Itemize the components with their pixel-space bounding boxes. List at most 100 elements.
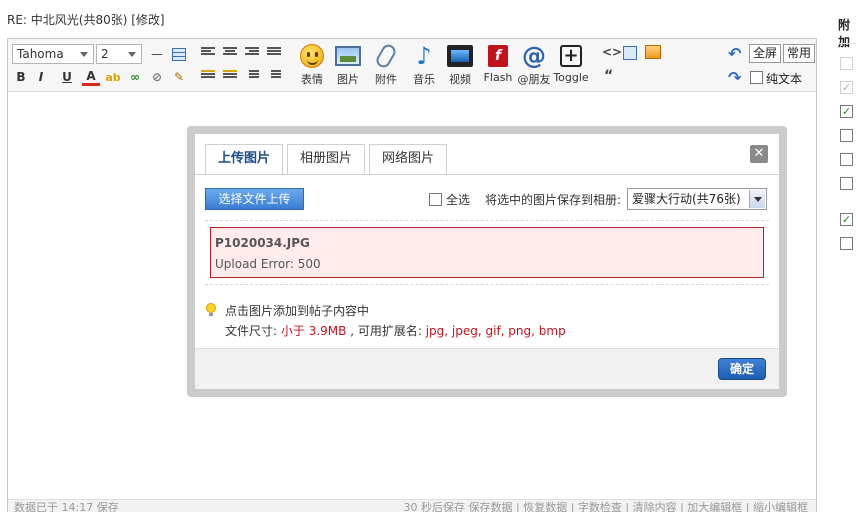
- common-button[interactable]: 常用: [783, 44, 816, 63]
- mention-label: @朋友: [517, 73, 551, 86]
- unlink-icon[interactable]: ⊘: [148, 68, 166, 86]
- tab-web-image[interactable]: 网络图片: [369, 144, 447, 174]
- align-center-icon[interactable]: [223, 47, 237, 59]
- chevron-down-icon: [749, 190, 765, 208]
- album-select-value: 爱骤大行动(共76张): [632, 192, 741, 206]
- select-file-upload-button[interactable]: 选择文件上传: [205, 188, 304, 210]
- flash-label: Flash: [483, 71, 513, 84]
- align-right-icon[interactable]: [245, 47, 259, 59]
- editor-toolbar: Tahoma 2 — B I U A ab ∞ ⊘ ✎ 表情 图片 附件 ♪ 音…: [8, 39, 816, 92]
- image-icon: [335, 46, 361, 66]
- paperclip-icon: [373, 42, 399, 70]
- size-hint-prefix: 文件尺寸:: [225, 324, 278, 338]
- sidebar-title: 附加: [838, 18, 851, 49]
- size-hint-limit: 小于 3.9MB: [280, 324, 347, 338]
- gallery-icon[interactable]: [645, 45, 661, 59]
- status-actions[interactable]: 30 秒后保存 保存数据 | 恢复数据 | 字数检查 | 清除内容 | 加大编辑…: [404, 500, 808, 512]
- sidebar-option-checkbox[interactable]: ✓: [840, 213, 853, 226]
- underline-button[interactable]: U: [58, 68, 76, 86]
- font-family-value: Tahoma: [17, 47, 64, 61]
- image-label: 图片: [337, 73, 359, 86]
- bold-button[interactable]: B: [12, 68, 30, 86]
- unordered-list-icon[interactable]: [267, 70, 281, 82]
- album-select[interactable]: 爱骤大行动(共76张): [627, 188, 767, 210]
- smile-icon: [300, 44, 324, 68]
- sidebar-option-checkbox[interactable]: [840, 177, 853, 190]
- flash-button[interactable]: f Flash: [478, 43, 518, 89]
- file-size-hint: 文件尺寸: 小于 3.9MB , 可用扩展名: jpg, jpeg, gif, …: [225, 322, 566, 339]
- ext-hint-list: jpg, jpeg, gif, png, bmp: [425, 324, 566, 338]
- plaintext-checkbox[interactable]: [750, 71, 763, 84]
- music-note-icon: ♪: [416, 42, 432, 70]
- align-justify-icon[interactable]: [267, 47, 281, 59]
- select-all-label: 全选: [446, 193, 471, 207]
- error-message: Upload Error: 500: [215, 257, 321, 271]
- float-right-icon[interactable]: [223, 70, 237, 82]
- click-hint: 点击图片添加到帖子内容中: [225, 304, 370, 318]
- toggle-button[interactable]: + Toggle: [551, 43, 591, 89]
- page-icon[interactable]: [623, 46, 637, 60]
- tabs-divider: [195, 174, 779, 175]
- quote-icon[interactable]: “: [604, 68, 613, 84]
- code-icon[interactable]: <>: [602, 45, 622, 59]
- sidebar-option-checkbox[interactable]: ✓: [840, 105, 853, 118]
- sidebar-option-checkbox[interactable]: [840, 129, 853, 142]
- music-label: 音乐: [413, 73, 435, 86]
- error-filename: P1020034.JPG: [215, 236, 310, 250]
- undo-icon[interactable]: ↶: [728, 44, 741, 63]
- ordered-list-icon[interactable]: [245, 70, 259, 82]
- video-label: 视频: [449, 73, 471, 86]
- divider: [205, 284, 769, 285]
- sidebar-option-checkbox: ✓: [840, 81, 853, 94]
- clear-format-icon[interactable]: ✎: [170, 68, 188, 86]
- image-button[interactable]: 图片: [328, 43, 368, 89]
- emoticon-button[interactable]: 表情: [292, 43, 332, 89]
- plaintext-label: 纯文本: [766, 72, 803, 86]
- tab-upload-image[interactable]: 上传图片: [205, 144, 283, 175]
- select-all-checkbox[interactable]: [429, 193, 442, 206]
- video-button[interactable]: 视频: [440, 43, 480, 89]
- font-size-select[interactable]: 2: [96, 44, 142, 64]
- italic-button[interactable]: I: [32, 68, 50, 86]
- font-family-select[interactable]: Tahoma: [12, 44, 94, 64]
- plus-box-icon: +: [560, 45, 582, 67]
- sidebar-option-checkbox: [840, 57, 853, 70]
- toggle-label: Toggle: [553, 71, 589, 84]
- upload-error-item: P1020034.JPG Upload Error: 500: [210, 227, 764, 278]
- post-title: RE: 中北风光(共80张) [修改]: [7, 13, 165, 27]
- horizontal-rule-icon[interactable]: —: [148, 45, 166, 63]
- float-left-icon[interactable]: [201, 70, 215, 82]
- confirm-button[interactable]: 确定: [718, 358, 766, 380]
- divider: [205, 220, 769, 221]
- link-icon[interactable]: ∞: [126, 68, 144, 86]
- image-upload-dialog-frame: 上传图片 相册图片 网络图片 ✕ 选择文件上传 全选 将选中的图片保存到相册: …: [187, 126, 787, 397]
- image-upload-dialog: 上传图片 相册图片 网络图片 ✕ 选择文件上传 全选 将选中的图片保存到相册: …: [195, 134, 779, 389]
- tab-album-image[interactable]: 相册图片: [287, 144, 365, 174]
- chevron-down-icon: [80, 52, 88, 57]
- font-size-value: 2: [101, 47, 109, 61]
- sidebar-option-checkbox[interactable]: [840, 153, 853, 166]
- table-icon[interactable]: [170, 45, 188, 63]
- highlight-icon[interactable]: ab: [104, 68, 122, 86]
- editor-status-bar: 数据已于 14:17 保存 30 秒后保存 保存数据 | 恢复数据 | 字数检查…: [8, 499, 816, 512]
- chevron-down-icon: [128, 52, 136, 57]
- flash-icon: f: [488, 45, 508, 67]
- sidebar-divider: [838, 43, 856, 44]
- ext-hint-prefix: , 可用扩展名:: [350, 324, 422, 338]
- align-left-icon[interactable]: [201, 47, 215, 59]
- dialog-footer: 确定: [195, 348, 779, 389]
- sidebar-option-checkbox[interactable]: [840, 237, 853, 250]
- mention-button[interactable]: @ @朋友: [514, 43, 554, 89]
- font-color-button[interactable]: A: [82, 68, 100, 86]
- attachment-button[interactable]: 附件: [366, 42, 406, 89]
- lightbulb-icon: [206, 303, 216, 316]
- close-icon[interactable]: ✕: [750, 145, 768, 163]
- at-icon: @: [522, 42, 546, 70]
- fullscreen-button[interactable]: 全屏: [749, 44, 782, 63]
- autosave-status: 数据已于 14:17 保存: [14, 501, 119, 512]
- redo-icon[interactable]: ↷: [728, 68, 741, 87]
- music-button[interactable]: ♪ 音乐: [404, 43, 444, 89]
- save-to-album-label: 将选中的图片保存到相册:: [485, 193, 622, 207]
- emoticon-label: 表情: [301, 73, 323, 86]
- attachment-label: 附件: [375, 73, 397, 86]
